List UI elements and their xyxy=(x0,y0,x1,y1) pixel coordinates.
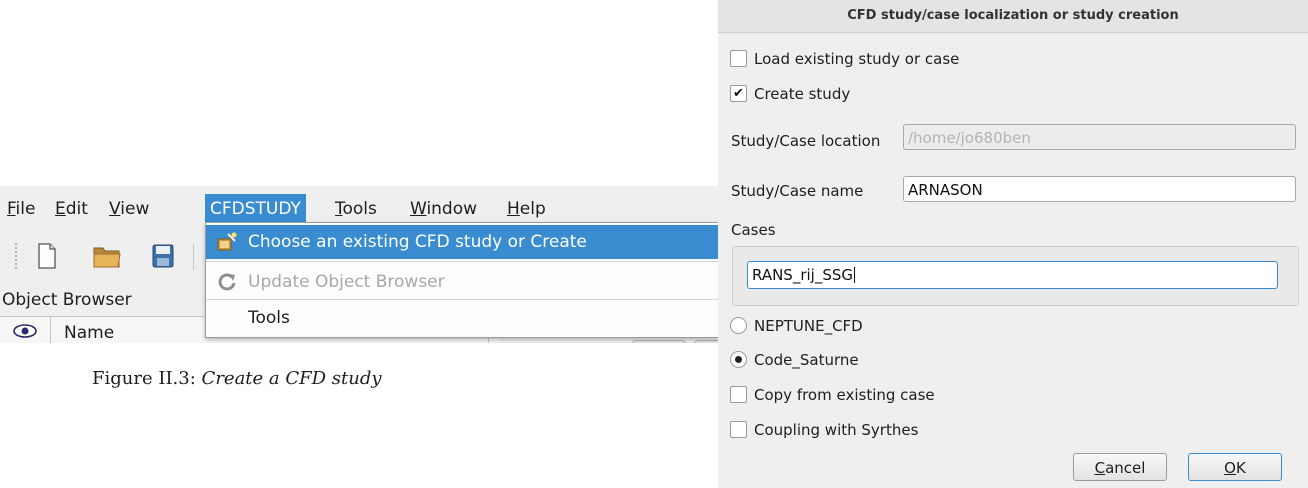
study-location-label: Study/Case location xyxy=(731,132,881,150)
application-window: File Edit View CFDSTUDY Tools Window Hel… xyxy=(0,186,718,343)
study-location-field: /home/jo680ben xyxy=(903,124,1296,150)
cases-input[interactable]: RANS_rij_SSG xyxy=(747,261,1278,289)
menu-help[interactable]: Help xyxy=(502,194,551,224)
toolbar-grip-handle[interactable] xyxy=(14,242,18,270)
create-study-checkbox[interactable]: ✔ xyxy=(730,85,747,102)
neptune-radio[interactable] xyxy=(730,317,747,334)
object-browser-title: Object Browser xyxy=(2,290,132,310)
toolbar-separator xyxy=(193,244,194,270)
menu-window[interactable]: Window xyxy=(405,194,482,224)
new-document-icon xyxy=(38,243,56,269)
saturne-radio[interactable] xyxy=(730,351,747,368)
cases-group: RANS_rij_SSG xyxy=(732,246,1299,306)
refresh-icon xyxy=(218,273,236,291)
cfdstudy-dropdown-menu: Choose an existing CFD study or Create U… xyxy=(205,222,718,338)
copy-existing-checkbox[interactable] xyxy=(730,386,747,403)
floppy-disk-icon xyxy=(152,244,174,268)
menu-cfdstudy[interactable]: CFDSTUDY xyxy=(205,194,306,224)
folder-open-icon xyxy=(93,247,121,268)
open-folder-button[interactable] xyxy=(92,242,121,270)
menu-view[interactable]: View xyxy=(104,194,154,224)
eye-icon xyxy=(13,324,37,338)
load-existing-checkbox[interactable] xyxy=(730,50,747,67)
menu-file[interactable]: File xyxy=(2,194,40,224)
study-wizard-icon xyxy=(217,232,237,251)
coupling-syrthes-checkbox[interactable] xyxy=(730,421,747,438)
menubar: File Edit View CFDSTUDY Tools Window Hel… xyxy=(0,194,718,224)
new-document-button[interactable] xyxy=(34,242,60,270)
menu-item-tools[interactable]: Tools xyxy=(206,301,718,335)
save-button[interactable] xyxy=(150,242,176,270)
ok-button[interactable]: OK xyxy=(1188,453,1282,481)
menu-item-choose-cfd-study[interactable]: Choose an existing CFD study or Create xyxy=(206,225,718,259)
menu-separator xyxy=(206,299,718,300)
menu-item-update-object-browser[interactable]: Update Object Browser xyxy=(206,265,718,299)
cases-label: Cases xyxy=(731,221,776,239)
dialog-title: CFD study/case localization or study cre… xyxy=(718,0,1308,33)
view-tab[interactable] xyxy=(694,340,718,343)
cfd-study-dialog: CFD study/case localization or study cre… xyxy=(718,0,1308,488)
text-cursor xyxy=(854,267,855,283)
menu-separator xyxy=(206,261,718,262)
study-name-field[interactable]: ARNASON xyxy=(903,176,1296,202)
study-name-label: Study/Case name xyxy=(731,182,864,200)
visibility-column-header[interactable] xyxy=(0,317,51,343)
menu-tools[interactable]: Tools xyxy=(330,194,382,224)
figure-caption: Figure II.3: Create a CFD study xyxy=(92,368,382,389)
name-column-header[interactable]: Name xyxy=(64,323,114,343)
view-tab[interactable] xyxy=(632,340,686,343)
menu-edit[interactable]: Edit xyxy=(50,194,93,224)
cancel-button[interactable]: Cancel xyxy=(1073,453,1167,481)
main-toolbar xyxy=(0,234,206,278)
